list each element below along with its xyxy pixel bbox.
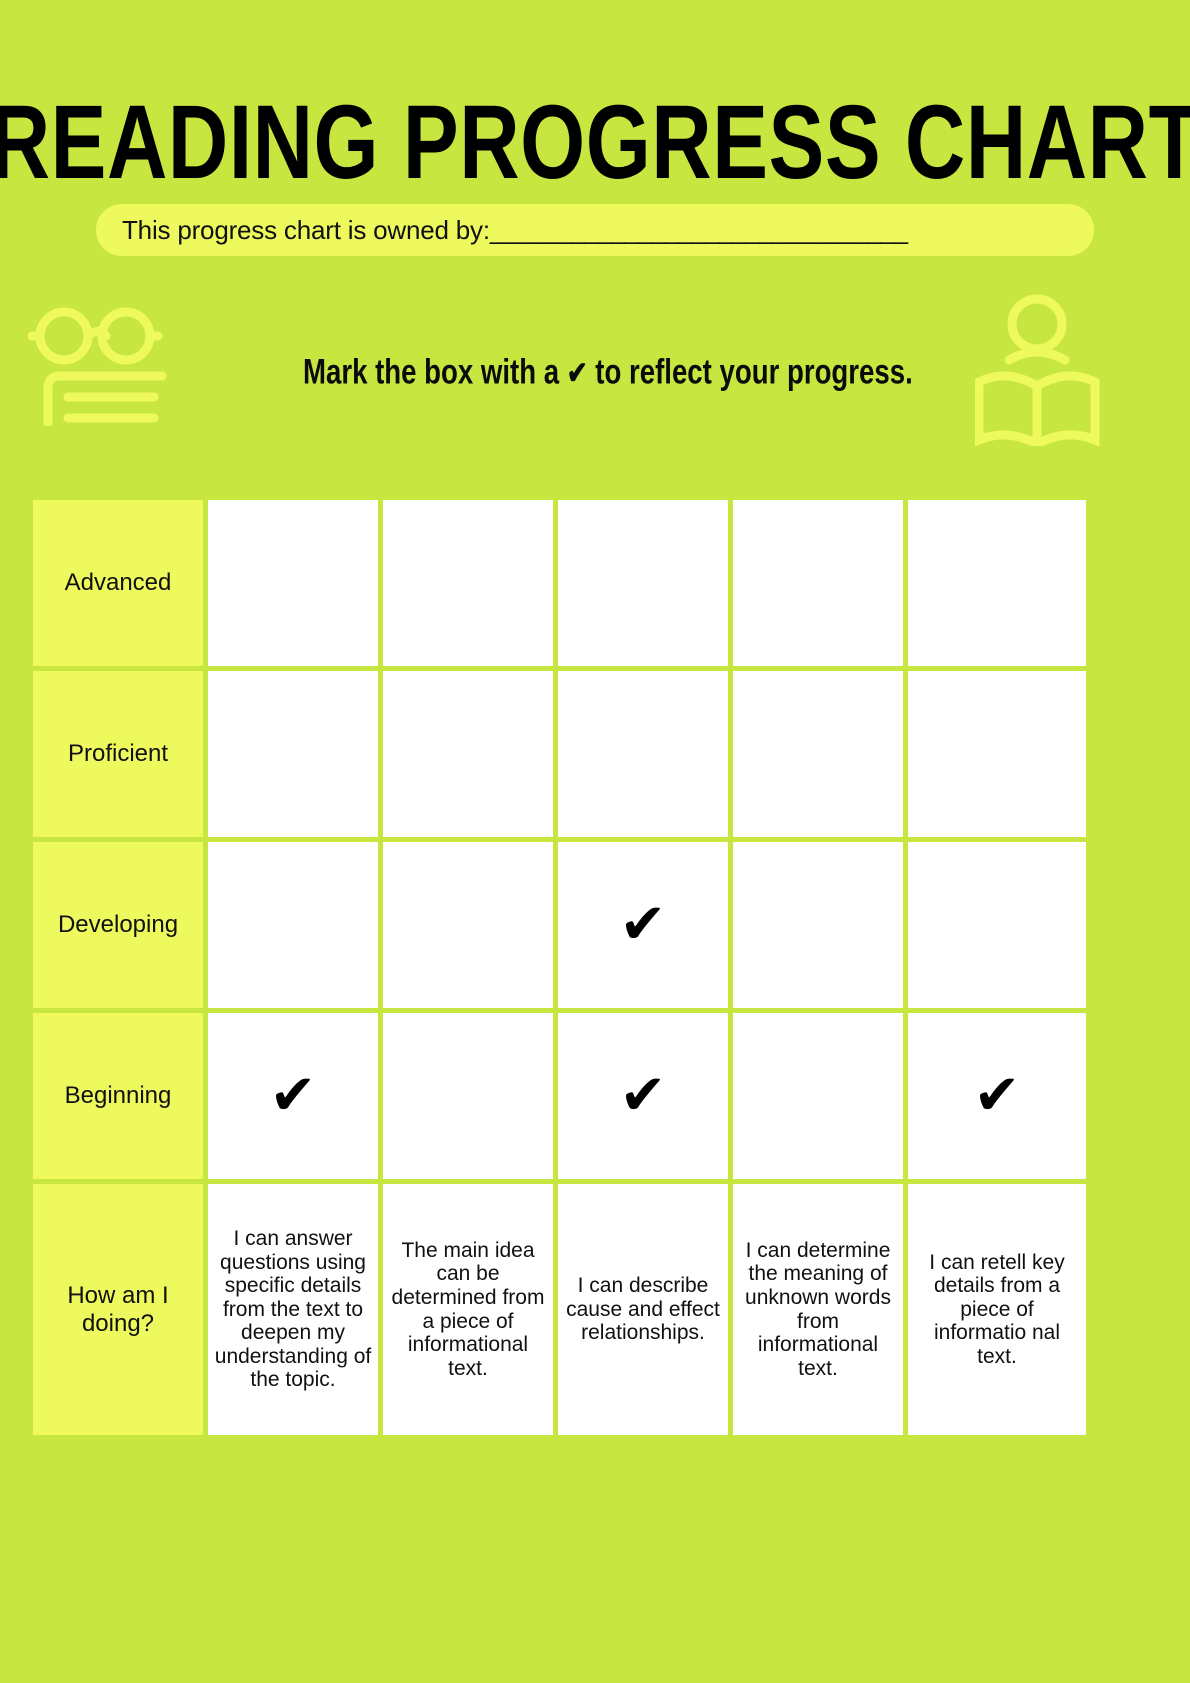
checkbox-beginning-4[interactable] (733, 1013, 903, 1179)
row-label-advanced: Advanced (33, 500, 203, 666)
checkmark-icon: ✔ (973, 1063, 1021, 1128)
progress-grid: Advanced Proficient Developing ✔ Beginni… (33, 500, 1086, 1435)
row-label-proficient: Proficient (33, 671, 203, 837)
descriptor-1: I can answer questions using specific de… (208, 1184, 378, 1435)
checkbox-beginning-5[interactable]: ✔ (908, 1013, 1086, 1179)
checkbox-developing-4[interactable] (733, 842, 903, 1008)
check-glyph-icon: ✔ (566, 355, 588, 391)
instruction-after: to reflect your progress. (595, 353, 913, 392)
owner-label: This progress chart is owned by: (122, 214, 490, 245)
checkmark-icon: ✔ (269, 1063, 317, 1128)
row-label-developing: Developing (33, 842, 203, 1008)
owner-section: This progress chart is owned by: _______… (0, 204, 1190, 256)
checkbox-developing-1[interactable] (208, 842, 378, 1008)
checkbox-beginning-2[interactable] (383, 1013, 553, 1179)
checkbox-advanced-5[interactable] (908, 500, 1086, 666)
checkbox-developing-5[interactable] (908, 842, 1086, 1008)
checkbox-beginning-1[interactable]: ✔ (208, 1013, 378, 1179)
checkbox-proficient-1[interactable] (208, 671, 378, 837)
checkbox-proficient-2[interactable] (383, 671, 553, 837)
descriptor-2: The main idea can be determined from a p… (383, 1184, 553, 1435)
descriptor-3: I can describe cause and effect relation… (558, 1184, 728, 1435)
descriptor-4: I can determine the meaning of unknown w… (733, 1184, 903, 1435)
checkbox-proficient-5[interactable] (908, 671, 1086, 837)
checkbox-developing-3[interactable]: ✔ (558, 842, 728, 1008)
checkmark-icon: ✔ (619, 892, 667, 957)
page-title: READING PROGRESS CHART (0, 84, 1190, 202)
checkbox-advanced-4[interactable] (733, 500, 903, 666)
instruction-text: Mark the box with a ✔ to reflect your pr… (48, 353, 1143, 392)
checkmark-icon: ✔ (619, 1063, 667, 1128)
checkbox-beginning-3[interactable]: ✔ (558, 1013, 728, 1179)
row-label-how-am-i-doing: How am I doing? (33, 1184, 203, 1435)
owner-blank-line[interactable]: _______________________________ (490, 215, 908, 246)
checkbox-developing-2[interactable] (383, 842, 553, 1008)
checkbox-advanced-3[interactable] (558, 500, 728, 666)
row-label-beginning: Beginning (33, 1013, 203, 1179)
checkbox-advanced-1[interactable] (208, 500, 378, 666)
instruction-band: Mark the box with a ✔ to reflect your pr… (0, 286, 1190, 461)
checkbox-proficient-4[interactable] (733, 671, 903, 837)
descriptor-5: I can retell key details from a piece of… (908, 1184, 1086, 1435)
owner-pill[interactable]: This progress chart is owned by: _______… (96, 204, 1094, 256)
checkbox-advanced-2[interactable] (383, 500, 553, 666)
instruction-before: Mark the box with a (302, 353, 560, 392)
checkbox-proficient-3[interactable] (558, 671, 728, 837)
